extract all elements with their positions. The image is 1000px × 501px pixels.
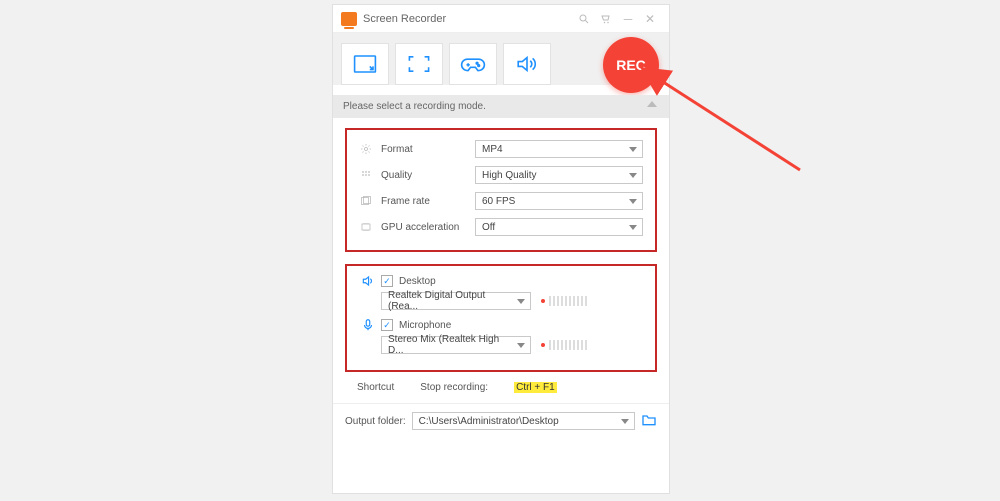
shortcut-row: Shortcut Stop recording: Ctrl + F1	[333, 378, 669, 403]
video-settings-panel: Format MP4 Quality High Quality Frame ra…	[345, 128, 657, 252]
desktop-audio-label: Desktop	[399, 276, 436, 287]
output-folder-select[interactable]: C:\Users\Administrator\Desktop	[412, 412, 635, 430]
minimize-button[interactable]: ─	[617, 8, 639, 30]
microphone-level-meter	[541, 340, 587, 350]
desktop-audio-checkbox[interactable]: ✓	[381, 275, 393, 287]
record-button[interactable]: REC	[603, 37, 659, 93]
microphone-device-select[interactable]: Stereo Mix (Realtek High D...	[381, 336, 531, 354]
app-logo-icon	[341, 12, 357, 26]
output-folder-label: Output folder:	[345, 416, 406, 427]
shortcut-keys: Ctrl + F1	[514, 382, 557, 393]
mode-hint-text: Please select a recording mode.	[343, 101, 486, 112]
gpu-icon	[359, 220, 373, 234]
gpu-select[interactable]: Off	[475, 218, 643, 236]
desktop-level-meter	[541, 296, 587, 306]
shortcut-label: Shortcut	[357, 382, 394, 393]
format-select[interactable]: MP4	[475, 140, 643, 158]
footer: Output folder: C:\Users\Administrator\De…	[333, 403, 669, 438]
mode-game-button[interactable]	[449, 43, 497, 85]
search-icon[interactable]	[573, 8, 595, 30]
collapse-up-icon[interactable]	[647, 101, 657, 107]
titlebar: Screen Recorder ─ ✕	[333, 5, 669, 33]
mode-toolbar: REC	[333, 33, 669, 85]
desktop-device-select[interactable]: Realtek Digital Output (Rea...	[381, 292, 531, 310]
gpu-label: GPU acceleration	[381, 222, 475, 233]
mode-region-button[interactable]	[341, 43, 389, 85]
mode-audio-button[interactable]	[503, 43, 551, 85]
quality-select[interactable]: High Quality	[475, 166, 643, 184]
format-label: Format	[381, 144, 475, 155]
microphone-label: Microphone	[399, 320, 451, 331]
app-window: Screen Recorder ─ ✕ REC Please select a …	[332, 4, 670, 494]
framerate-select[interactable]: 60 FPS	[475, 192, 643, 210]
microphone-checkbox[interactable]: ✓	[381, 319, 393, 331]
close-button[interactable]: ✕	[639, 8, 661, 30]
framerate-icon	[359, 194, 373, 208]
mode-fullscreen-button[interactable]	[395, 43, 443, 85]
cart-icon[interactable]	[595, 8, 617, 30]
quality-label: Quality	[381, 170, 475, 181]
audio-settings-panel: ✓ Desktop Realtek Digital Output (Rea...…	[345, 264, 657, 372]
mode-hint-bar: Please select a recording mode.	[333, 95, 669, 118]
speaker-icon	[359, 274, 377, 288]
gear-icon	[359, 142, 373, 156]
open-folder-button[interactable]	[641, 413, 657, 430]
framerate-label: Frame rate	[381, 196, 475, 207]
stop-recording-label: Stop recording:	[420, 382, 488, 393]
app-title: Screen Recorder	[363, 13, 446, 25]
quality-icon	[359, 168, 373, 182]
record-label: REC	[616, 57, 646, 73]
microphone-icon	[359, 318, 377, 332]
